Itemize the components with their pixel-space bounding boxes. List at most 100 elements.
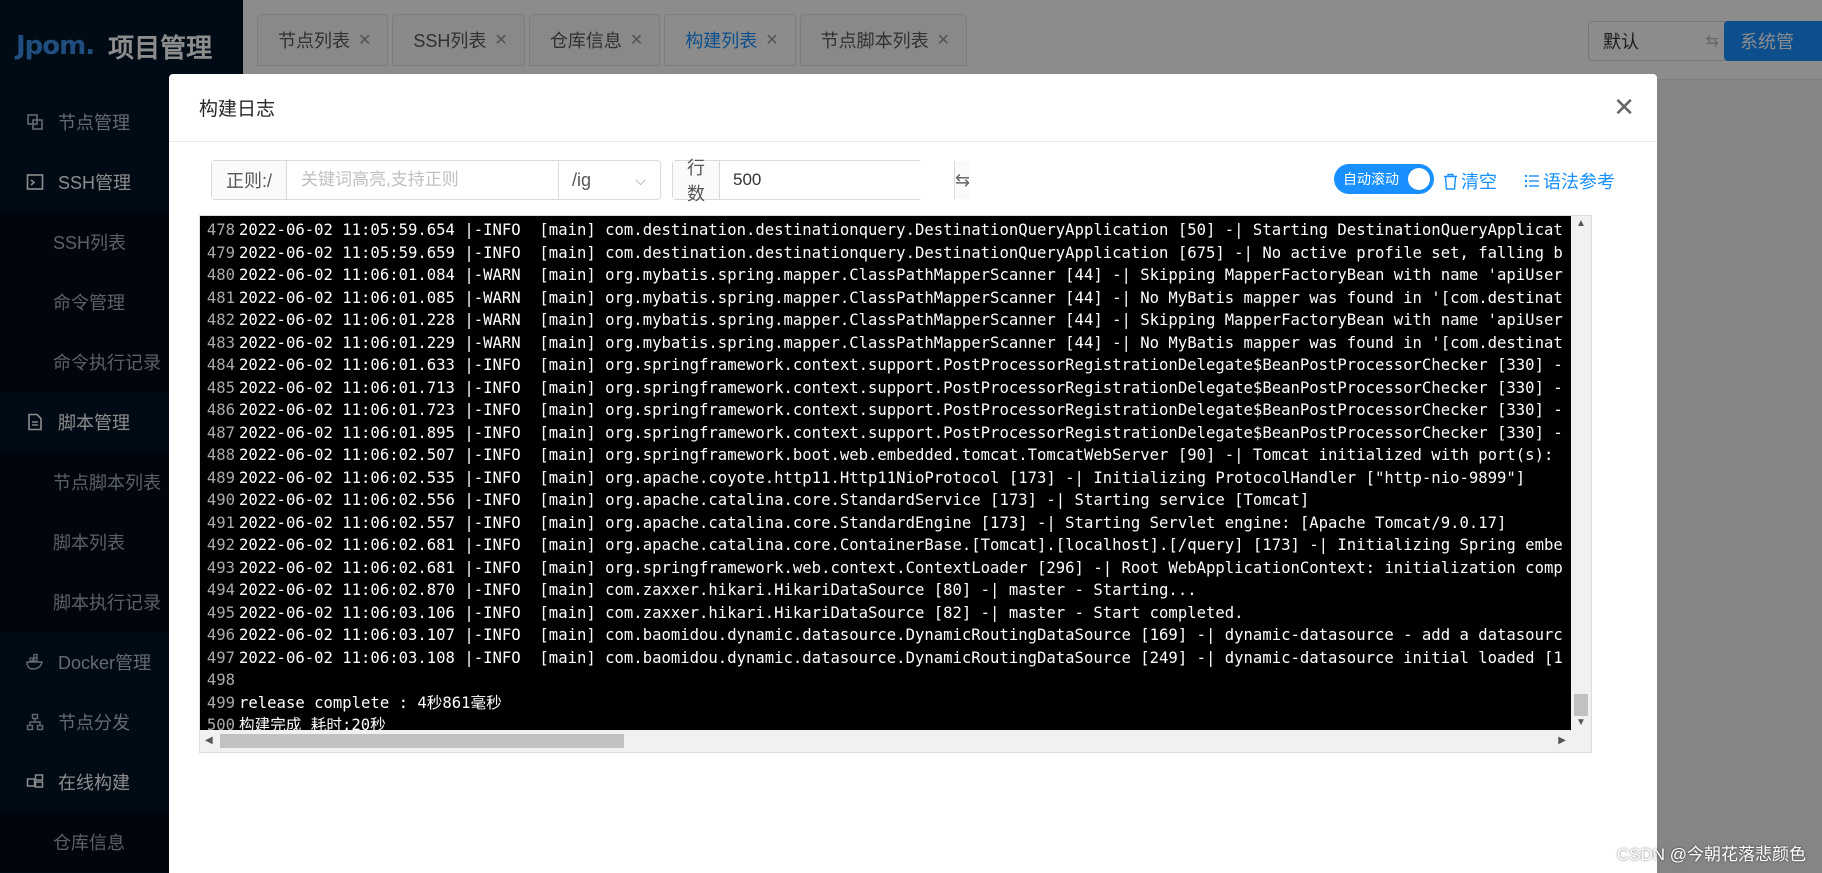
log-line-number: 485 xyxy=(206,378,235,397)
log-line: 491 2022-06-02 11:06:02.557 |-INFO [main]… xyxy=(200,512,1571,535)
vertical-scrollbar[interactable]: ▲ ▼ xyxy=(1571,216,1591,730)
log-line-text: 2022-06-02 11:06:01.633 |-INFO [main] or… xyxy=(239,356,1563,374)
log-line-number: 491 xyxy=(206,513,235,532)
log-line: 492 2022-06-02 11:06:02.681 |-INFO [main]… xyxy=(200,534,1571,557)
log-line-number: 492 xyxy=(206,536,235,554)
scrollbar-thumb[interactable] xyxy=(220,734,624,748)
log-line-text: release complete : 4秒861毫秒 xyxy=(239,693,502,712)
log-line-text: 2022-06-02 11:06:01.229 |-WARN [main] or… xyxy=(239,333,1563,352)
log-line-text: 2022-06-02 11:06:01.895 |-INFO [main] or… xyxy=(239,423,1563,442)
list-icon xyxy=(1524,174,1539,188)
log-line-text: 2022-06-02 11:06:01.723 |-INFO [main] or… xyxy=(239,401,1563,419)
clear-label: 清空 xyxy=(1461,172,1497,192)
log-line: 496 2022-06-02 11:06:03.107 |-INFO [main]… xyxy=(200,624,1571,647)
log-line-text: 2022-06-02 11:06:01.228 |-WARN [main] or… xyxy=(239,311,1563,329)
log-line-number: 490 xyxy=(206,491,235,509)
log-line: 478 2022-06-02 11:05:59.654 |-INFO [main]… xyxy=(200,219,1571,242)
log-line-text: 2022-06-02 11:06:02.870 |-INFO [main] co… xyxy=(239,581,1197,599)
log-line-number: 484 xyxy=(206,356,235,374)
log-line-text: 2022-06-02 11:05:59.654 |-INFO [main] co… xyxy=(239,221,1563,239)
log-line-number: 486 xyxy=(206,401,235,419)
log-line-number: 488 xyxy=(206,446,235,464)
line-count-input[interactable] xyxy=(720,161,954,199)
log-line-text: 2022-06-02 11:05:59.659 |-INFO [main] co… xyxy=(239,243,1563,262)
log-line-number: 487 xyxy=(206,423,235,442)
log-line-text: 2022-06-02 11:06:03.108 |-INFO [main] co… xyxy=(239,648,1563,667)
log-line-number: 482 xyxy=(206,311,235,329)
log-line: 495 2022-06-02 11:06:03.106 |-INFO [main]… xyxy=(200,602,1571,625)
log-line-text: 2022-06-02 11:06:01.084 |-WARN [main] or… xyxy=(239,266,1563,284)
close-icon[interactable]: ✕ xyxy=(1613,94,1635,120)
build-log-modal: 构建日志 ✕ 正则:/ /ig ⌵ 行数 ⇆ 自动滚动 清空 语法参考 xyxy=(169,74,1657,873)
log-line: 483 2022-06-02 11:06:01.229 |-WARN [main]… xyxy=(200,332,1571,355)
log-line-number: 496 xyxy=(206,626,235,644)
log-line-number: 479 xyxy=(206,243,235,262)
log-line-number: 497 xyxy=(206,648,235,667)
auto-scroll-label: 自动滚动 xyxy=(1343,171,1399,187)
log-line-text: 2022-06-02 11:06:02.557 |-INFO [main] or… xyxy=(239,513,1507,532)
log-line-text: 构建完成 耗时:20秒 xyxy=(239,716,386,730)
log-toolbar: 正则:/ /ig ⌵ 行数 ⇆ 自动滚动 清空 语法参考 xyxy=(211,158,1615,204)
log-line: 500 构建完成 耗时:20秒 xyxy=(200,714,1571,730)
horizontal-scrollbar[interactable]: ◀ ▶ xyxy=(200,730,1591,752)
regex-filter-group: 正则:/ /ig ⌵ xyxy=(211,160,661,200)
log-line-text: 2022-06-02 11:06:02.556 |-INFO [main] or… xyxy=(239,491,1310,509)
chevron-down-icon: ⌵ xyxy=(635,171,646,188)
log-line-text: 2022-06-02 11:06:02.681 |-INFO [main] or… xyxy=(239,558,1563,577)
auto-scroll-toggle[interactable]: 自动滚动 xyxy=(1334,164,1434,194)
log-line: 497 2022-06-02 11:06:03.108 |-INFO [main]… xyxy=(200,647,1571,670)
regex-prefix: 正则:/ xyxy=(212,161,288,199)
log-line: 480 2022-06-02 11:06:01.084 |-WARN [main]… xyxy=(200,264,1571,287)
log-line: 484 2022-06-02 11:06:01.633 |-INFO [main]… xyxy=(200,354,1571,377)
scroll-left-icon[interactable]: ◀ xyxy=(205,735,213,746)
log-line: 498 xyxy=(200,669,1571,692)
log-line: 487 2022-06-02 11:06:01.895 |-INFO [main]… xyxy=(200,422,1571,445)
clear-button[interactable]: 清空 xyxy=(1443,168,1497,194)
toggle-knob xyxy=(1408,168,1430,190)
log-line-number: 483 xyxy=(206,333,235,352)
log-line-text: 2022-06-02 11:06:03.106 |-INFO [main] co… xyxy=(239,603,1244,622)
line-count-group: 行数 ⇆ xyxy=(672,158,971,204)
log-line-number: 480 xyxy=(206,266,235,284)
log-line: 482 2022-06-02 11:06:01.228 |-WARN [main]… xyxy=(200,309,1571,332)
log-line: 499 release complete : 4秒861毫秒 xyxy=(200,692,1571,715)
log-viewer[interactable]: 478 2022-06-02 11:05:59.654 |-INFO [main]… xyxy=(199,215,1592,753)
log-line-number: 478 xyxy=(206,221,235,239)
syntax-reference-link[interactable]: 语法参考 xyxy=(1524,168,1615,194)
log-line-text: 2022-06-02 11:06:02.507 |-INFO [main] or… xyxy=(239,446,1554,464)
log-line-text: 2022-06-02 11:06:01.713 |-INFO [main] or… xyxy=(239,378,1563,397)
modal-title: 构建日志 xyxy=(199,99,276,120)
trash-icon xyxy=(1444,173,1457,190)
log-line: 486 2022-06-02 11:06:01.723 |-INFO [main]… xyxy=(200,399,1571,422)
log-line: 488 2022-06-02 11:06:02.507 |-INFO [main]… xyxy=(200,444,1571,467)
modal-header: 构建日志 ✕ xyxy=(169,74,1657,142)
syntax-ref-label: 语法参考 xyxy=(1543,172,1615,192)
log-line-number: 499 xyxy=(206,693,235,712)
log-line-number: 495 xyxy=(206,603,235,622)
swap-icon[interactable]: ⇆ xyxy=(954,161,971,199)
log-line: 485 2022-06-02 11:06:01.713 |-INFO [main]… xyxy=(200,377,1571,400)
log-line: 481 2022-06-02 11:06:01.085 |-WARN [main]… xyxy=(200,287,1571,310)
regex-flags-value: /ig xyxy=(572,169,592,190)
scroll-up-icon[interactable]: ▲ xyxy=(1576,218,1586,229)
log-line-number: 493 xyxy=(206,558,235,577)
scrollbar-thumb[interactable] xyxy=(1574,694,1588,716)
log-line-text: 2022-06-02 11:06:03.107 |-INFO [main] co… xyxy=(239,626,1563,644)
log-line-text: 2022-06-02 11:06:02.535 |-INFO [main] or… xyxy=(239,468,1526,487)
log-line-number: 498 xyxy=(206,671,235,689)
log-line: 493 2022-06-02 11:06:02.681 |-INFO [main]… xyxy=(200,557,1571,580)
scroll-right-icon[interactable]: ▶ xyxy=(1558,735,1566,746)
log-line: 479 2022-06-02 11:05:59.659 |-INFO [main]… xyxy=(200,242,1571,265)
watermark: CSDN @今朝花落悲颜色 xyxy=(1616,845,1806,864)
log-line-number: 500 xyxy=(206,716,235,730)
log-line-text: 2022-06-02 11:06:01.085 |-WARN [main] or… xyxy=(239,288,1563,307)
scroll-down-icon[interactable]: ▼ xyxy=(1576,717,1586,728)
log-line-text: 2022-06-02 11:06:02.681 |-INFO [main] or… xyxy=(239,536,1563,554)
log-line-number: 494 xyxy=(206,581,235,599)
regex-flags-select[interactable]: /ig ⌵ xyxy=(558,161,660,199)
log-line-number: 489 xyxy=(206,468,235,487)
regex-keyword-input[interactable] xyxy=(287,161,558,199)
log-line: 490 2022-06-02 11:06:02.556 |-INFO [main]… xyxy=(200,489,1571,512)
lines-label: 行数 xyxy=(673,158,720,204)
log-lines: 478 2022-06-02 11:05:59.654 |-INFO [main]… xyxy=(200,216,1571,730)
